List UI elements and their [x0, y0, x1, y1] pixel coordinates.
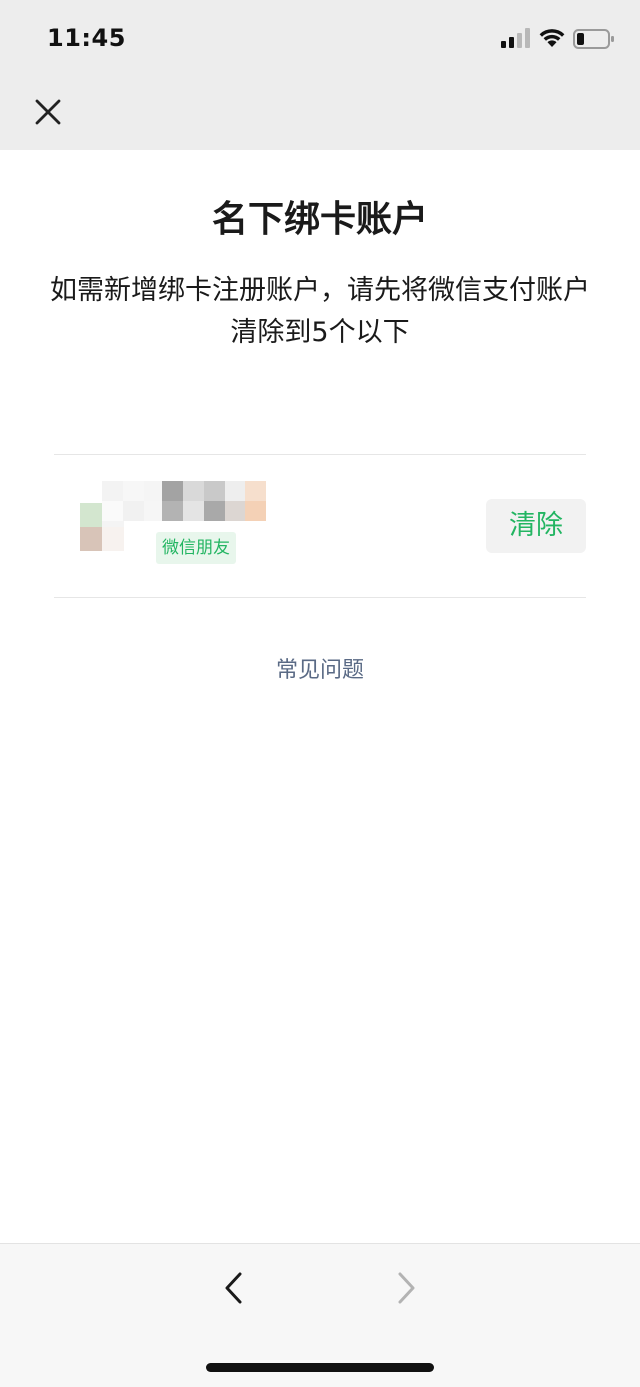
home-indicator — [206, 1363, 434, 1372]
status-time: 11:45 — [47, 24, 126, 52]
chevron-right-icon — [398, 1272, 415, 1304]
wifi-icon — [539, 29, 565, 47]
clear-button[interactable]: 清除 — [486, 499, 586, 553]
page-description: 如需新增绑卡注册账户，请先将微信支付账户清除到5个以下 — [50, 275, 590, 348]
cellular-signal-icon — [501, 28, 530, 48]
chevron-left-icon[interactable] — [216, 1268, 252, 1308]
wechat-friend-tag: 微信朋友 — [156, 532, 236, 564]
account-list-item: 微信朋友 清除 — [54, 455, 586, 597]
battery-icon — [573, 29, 614, 49]
bottom-toolbar — [0, 1243, 640, 1387]
page-title: 名下绑卡账户 — [211, 199, 428, 240]
divider — [54, 597, 586, 598]
account-name-mosaic — [102, 481, 266, 525]
close-icon[interactable] — [28, 92, 68, 132]
top-bar: 11:45 — [0, 0, 640, 150]
faq-link[interactable]: 常见问题 — [0, 652, 640, 684]
